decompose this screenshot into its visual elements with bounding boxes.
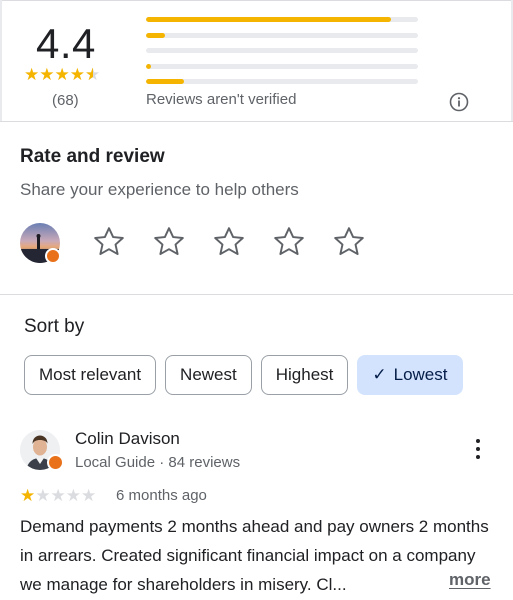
star-full-icon: ★: [39, 65, 55, 84]
distribution-bar-1: [146, 79, 418, 84]
local-guide-badge-icon: [45, 248, 61, 264]
star-empty-icon: ★: [81, 486, 97, 505]
chip-label: Lowest: [393, 365, 448, 384]
section-divider: [0, 121, 513, 122]
chip-label: Newest: [180, 365, 237, 384]
rate-review-title: Rate and review: [20, 146, 165, 167]
star-outline-icon[interactable]: [151, 224, 187, 260]
sort-chip-newest[interactable]: Newest: [165, 355, 252, 395]
more-link[interactable]: more: [449, 570, 491, 590]
star-empty-icon: ★: [35, 486, 51, 505]
star-empty-icon: ★: [50, 486, 66, 505]
star-outline-icon[interactable]: [271, 224, 307, 260]
review-count: (68): [52, 92, 79, 109]
more-options-icon[interactable]: [470, 437, 486, 461]
chip-label: Highest: [275, 365, 334, 384]
average-stars: ★ ★ ★ ★ ★: [24, 66, 100, 83]
distribution-bar-3: [146, 48, 418, 53]
bar-fill: [146, 79, 185, 84]
sort-chip-highest[interactable]: Highest: [260, 355, 349, 395]
reviewer-meta: Local Guide · 84 reviews: [75, 454, 241, 471]
star-full-icon: ★: [24, 65, 40, 84]
star-full-icon: ★: [69, 65, 85, 84]
section-divider: [0, 294, 513, 295]
sort-chip-lowest[interactable]: ✓ Lowest: [357, 355, 463, 395]
distribution-bar-2: [146, 63, 418, 69]
review-stars: ★ ★ ★ ★ ★: [20, 487, 96, 504]
sort-by-label: Sort by: [24, 316, 85, 337]
star-empty-icon: ★: [65, 486, 81, 505]
review-date: 6 months ago: [116, 487, 207, 504]
star-outline-icon[interactable]: [91, 224, 127, 260]
sort-chip-most-relevant[interactable]: Most relevant: [24, 355, 157, 395]
review-text: Demand payments 2 months ahead and pay o…: [20, 517, 489, 594]
star-outline-icon[interactable]: [211, 224, 247, 260]
star-half-icon: ★: [85, 66, 100, 83]
local-guide-badge-icon: [47, 454, 64, 471]
star-full-icon: ★: [20, 486, 36, 505]
star-full-icon: ★: [54, 65, 70, 84]
rate-stars: [91, 224, 367, 260]
distribution-bar-5: [146, 17, 418, 22]
rating-summary: 4.4 ★ ★ ★ ★ ★ (68) Reviews aren't verifi…: [0, 0, 513, 122]
rate-review-subtitle: Share your experience to help others: [20, 180, 299, 199]
chip-label: Most relevant: [39, 365, 142, 384]
info-icon[interactable]: [449, 92, 469, 112]
sort-chips: Most relevant Newest Highest ✓ Lowest: [24, 355, 463, 395]
rating-distribution: [146, 17, 418, 95]
star-outline-icon[interactable]: [331, 224, 367, 260]
bar-fill: [146, 32, 166, 38]
average-rating: 4.4: [36, 20, 96, 67]
bar-fill: [146, 17, 391, 22]
distribution-bar-4: [146, 32, 418, 38]
not-verified-note: Reviews aren't verified: [146, 91, 297, 108]
check-icon: ✓: [372, 365, 387, 384]
bar-fill: [146, 63, 152, 69]
reviewer-name[interactable]: Colin Davison: [75, 429, 180, 449]
